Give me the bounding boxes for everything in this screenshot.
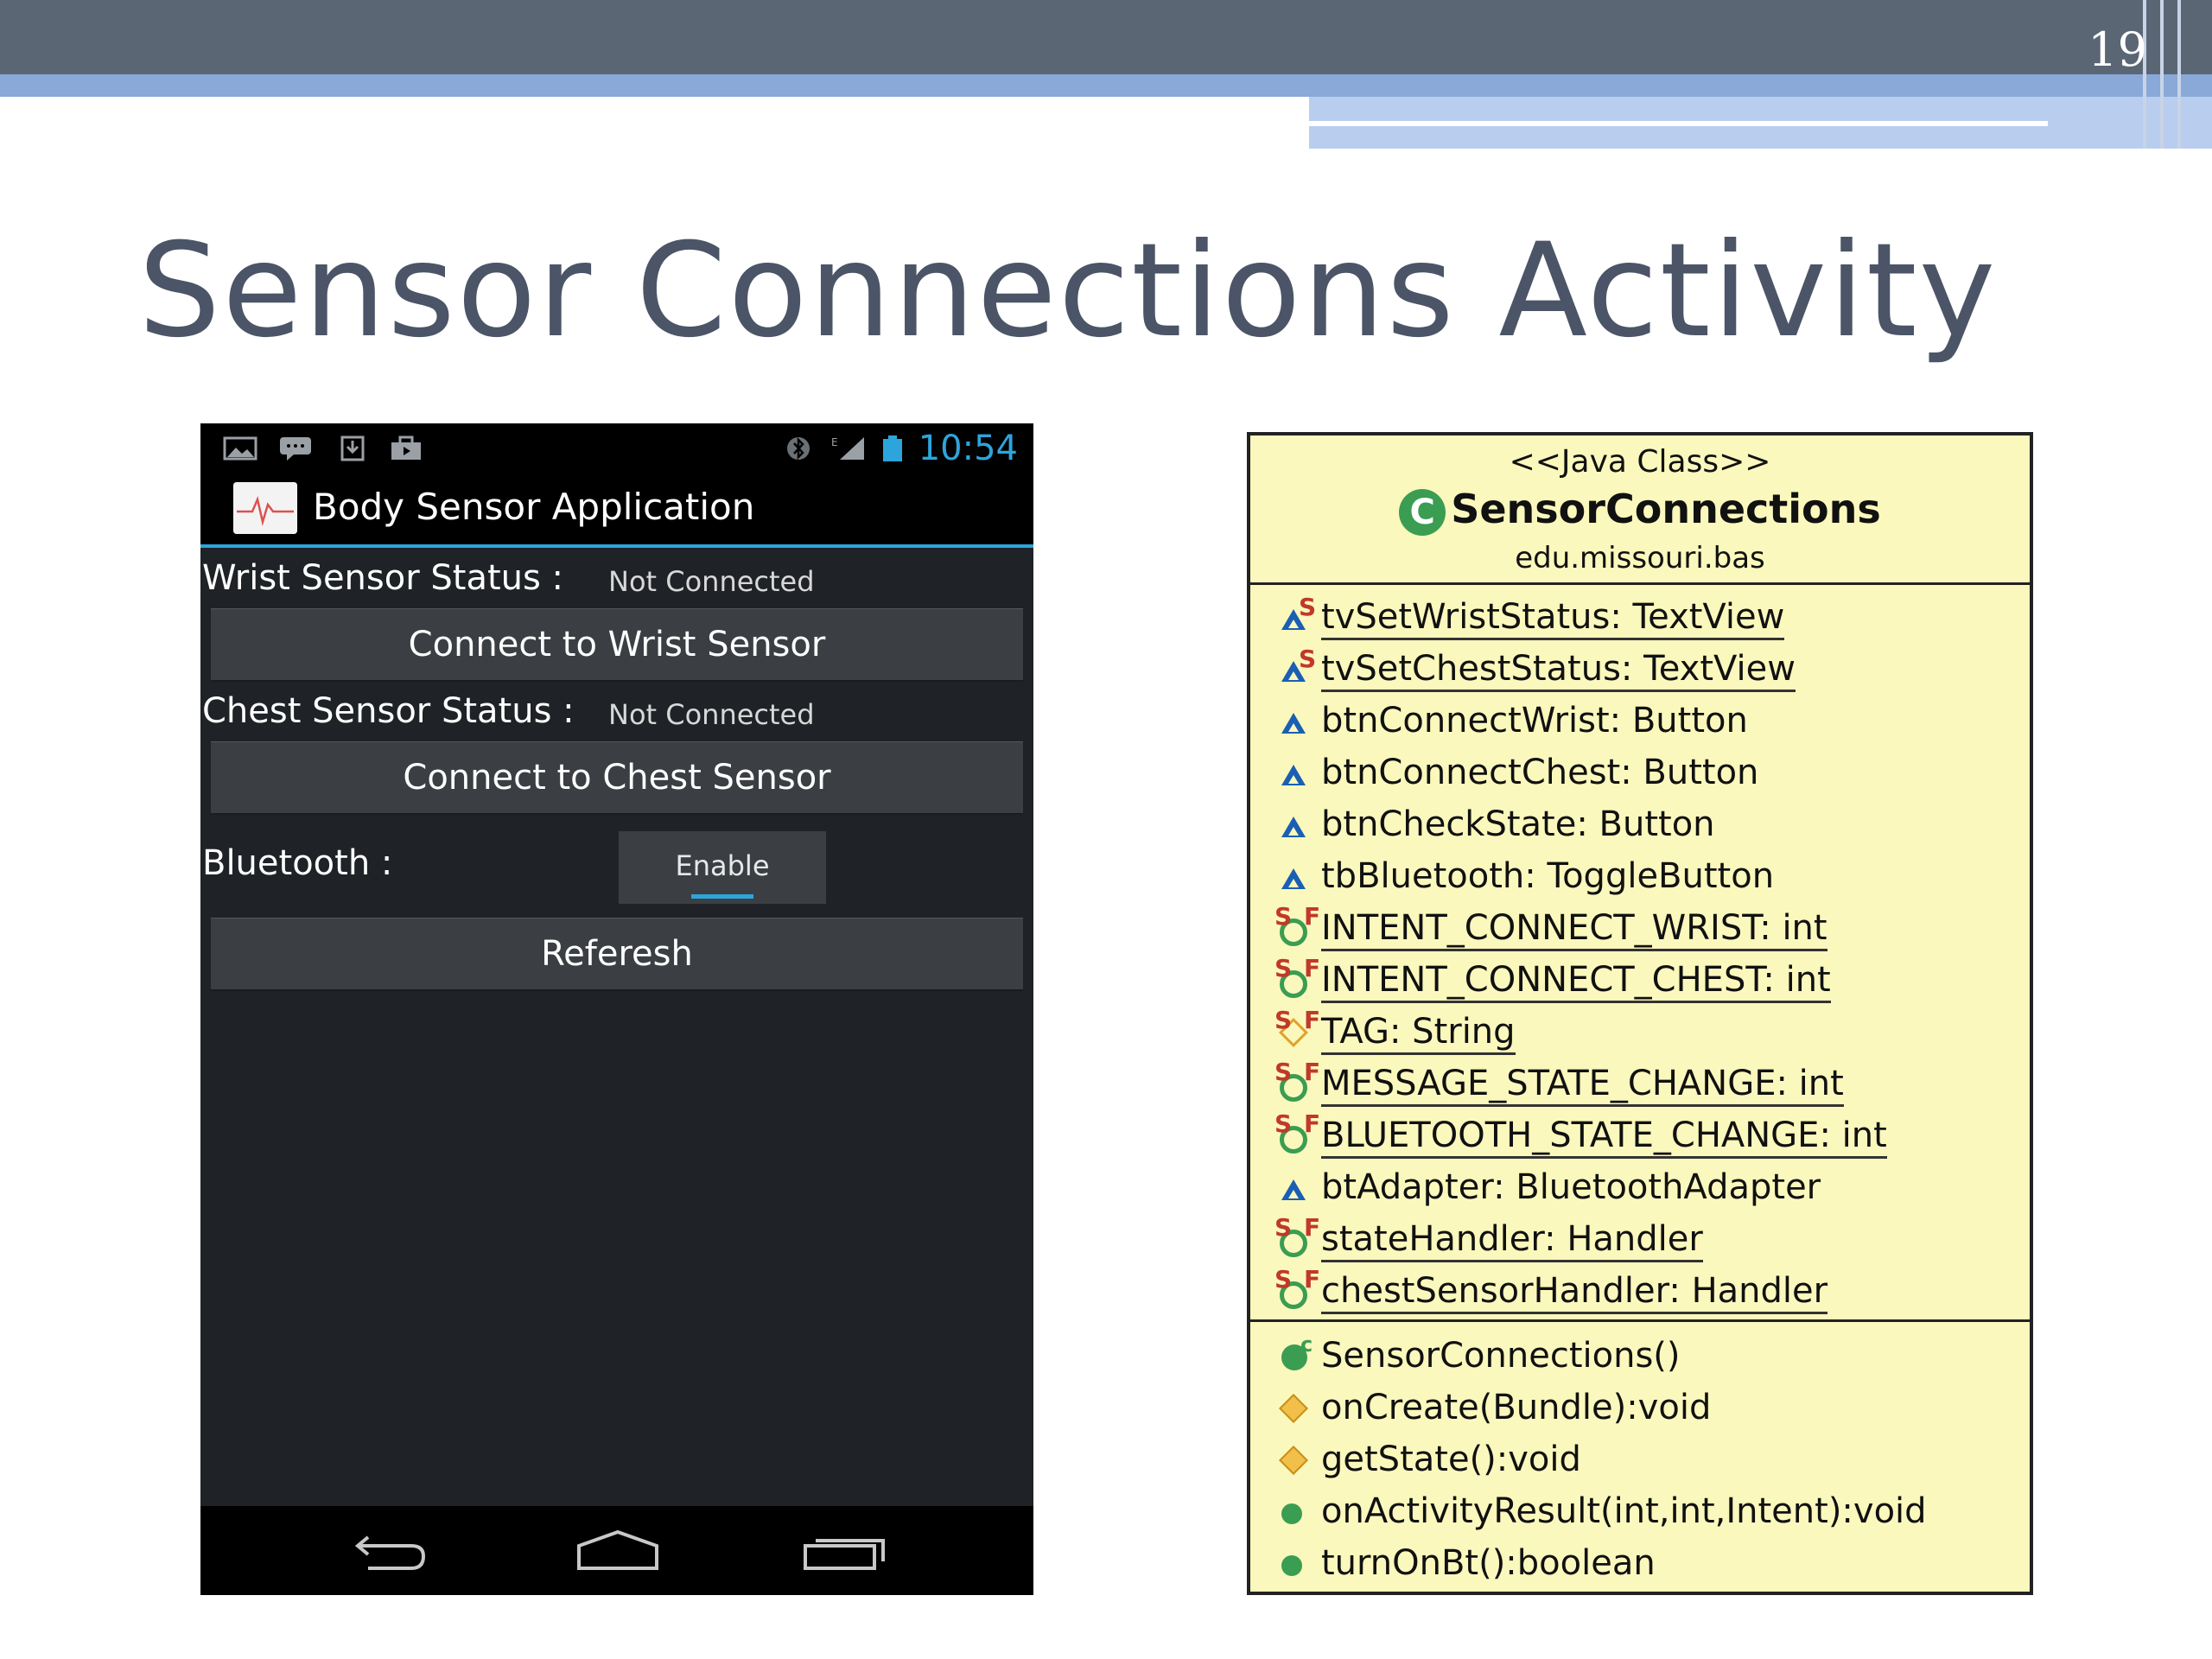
uml-class-name-row: C SensorConnections	[1250, 486, 2030, 536]
protected-static-field-icon: S	[1274, 594, 1321, 640]
protected-static-field-icon: S	[1274, 645, 1321, 692]
uml-field: btnCheckState: Button	[1274, 801, 1715, 848]
uml-method: getState():void	[1274, 1436, 1581, 1483]
uml-stereotype: <<Java Class>>	[1509, 444, 1771, 480]
uml-field: S FstateHandler: Handler	[1274, 1216, 1703, 1262]
uml-field: S FchestSensorHandler: Handler	[1274, 1268, 1828, 1314]
toggle-indicator	[691, 894, 753, 899]
bluetooth-toggle[interactable]: Enable	[619, 831, 826, 904]
uml-field: S F INTENT_CONNECT_WRIST: int	[1274, 905, 1827, 951]
protected-field-icon	[1274, 1164, 1321, 1211]
uml-method: onCreate(Bundle):void	[1274, 1384, 1711, 1431]
slide-header-bar	[0, 0, 2212, 74]
picture-icon	[223, 436, 257, 461]
action-bar: Body Sensor Application	[200, 472, 1033, 548]
protected-method-icon	[1274, 1384, 1321, 1431]
phone-screenshot: E 10:54 Body Sensor Application Wrist Se…	[200, 423, 1033, 1595]
slide-title: Sensor Connections Activity	[138, 216, 1998, 366]
wrist-status-label: Wrist Sensor Status :	[202, 558, 564, 598]
status-bar: E 10:54	[200, 423, 1033, 472]
svg-text:E: E	[831, 436, 838, 448]
refresh-button[interactable]: Referesh	[211, 918, 1023, 991]
private-static-final-field-icon: SF	[1274, 1008, 1321, 1055]
public-static-final-field-icon: SF	[1274, 1216, 1321, 1262]
public-static-final-field-icon: SF	[1274, 1060, 1321, 1107]
uml-fields-section: StvSetWristStatus: TextView StvSetChestS…	[1250, 585, 2030, 1322]
uml-field: S F BLUETOOTH_STATE_CHANGE: int	[1274, 1112, 1887, 1159]
protected-field-icon	[1274, 697, 1321, 744]
uml-class-name: SensorConnections	[1451, 486, 1881, 532]
slide-header-line	[1309, 121, 2048, 126]
navigation-bar	[200, 1506, 1033, 1595]
slide-header-accent	[0, 74, 2212, 97]
message-icon	[280, 437, 311, 461]
chest-status-label: Chest Sensor Status :	[202, 691, 575, 731]
constructor-icon: c	[1274, 1332, 1321, 1379]
uml-class-diagram: <<Java Class>> C SensorConnections edu.mi…	[1247, 432, 2033, 1595]
bluetooth-toggle-label: Enable	[675, 849, 770, 882]
bluetooth-icon	[787, 436, 810, 461]
signal-icon: E	[831, 436, 864, 460]
app-icon[interactable]	[233, 482, 297, 534]
uml-field: StvSetChestStatus: TextView	[1274, 645, 1796, 692]
uml-method: c SensorConnections()	[1274, 1332, 1681, 1379]
battery-icon	[883, 435, 902, 461]
uml-class-header: <<Java Class>> C SensorConnections edu.mi…	[1250, 435, 2030, 585]
uml-field: S F MESSAGE_STATE_CHANGE: int	[1274, 1060, 1844, 1107]
uml-field: S F TAG: String	[1274, 1008, 1516, 1055]
back-icon[interactable]	[344, 1523, 439, 1575]
chest-status-value: Not Connected	[608, 698, 815, 731]
public-method-icon	[1274, 1540, 1321, 1586]
uml-field: btnConnectChest: Button	[1274, 749, 1758, 796]
clock: 10:54	[918, 429, 1018, 468]
header-stripe	[2160, 0, 2164, 149]
protected-field-icon	[1274, 749, 1321, 796]
download-icon	[340, 435, 365, 461]
header-stripe	[2177, 0, 2181, 149]
uml-field: S F INTENT_CONNECT_CHEST: int	[1274, 957, 1831, 1003]
public-static-final-field-icon: SF	[1274, 1112, 1321, 1159]
recent-apps-icon[interactable]	[797, 1523, 892, 1575]
bluetooth-label: Bluetooth :	[202, 843, 393, 883]
home-icon[interactable]	[570, 1523, 665, 1575]
protected-field-icon	[1274, 853, 1321, 899]
wrist-status-value: Not Connected	[608, 565, 815, 598]
public-method-icon	[1274, 1488, 1321, 1535]
public-static-final-field-icon: SF	[1274, 905, 1321, 951]
protected-field-icon	[1274, 801, 1321, 848]
connect-chest-button[interactable]: Connect to Chest Sensor	[211, 741, 1023, 815]
uml-field: btAdapter: BluetoothAdapter	[1274, 1164, 1821, 1211]
protected-method-icon	[1274, 1436, 1321, 1483]
public-static-final-field-icon: SF	[1274, 957, 1321, 1003]
connect-wrist-button[interactable]: Connect to Wrist Sensor	[211, 608, 1023, 682]
page-number: 19	[2088, 22, 2147, 77]
uml-method: onActivityResult(int,int,Intent):void	[1274, 1488, 1927, 1535]
bag-icon	[391, 435, 421, 460]
uml-field: tbBluetooth: ToggleButton	[1274, 853, 1774, 899]
app-title: Body Sensor Application	[313, 486, 755, 528]
class-icon: C	[1399, 488, 1446, 536]
public-static-final-field-icon: SF	[1274, 1268, 1321, 1314]
uml-package: edu.missouri.bas	[1515, 541, 1765, 575]
uml-field: StvSetWristStatus: TextView	[1274, 594, 1785, 640]
uml-field: btnConnectWrist: Button	[1274, 697, 1748, 744]
uml-method: turnOnBt():boolean	[1274, 1540, 1656, 1586]
